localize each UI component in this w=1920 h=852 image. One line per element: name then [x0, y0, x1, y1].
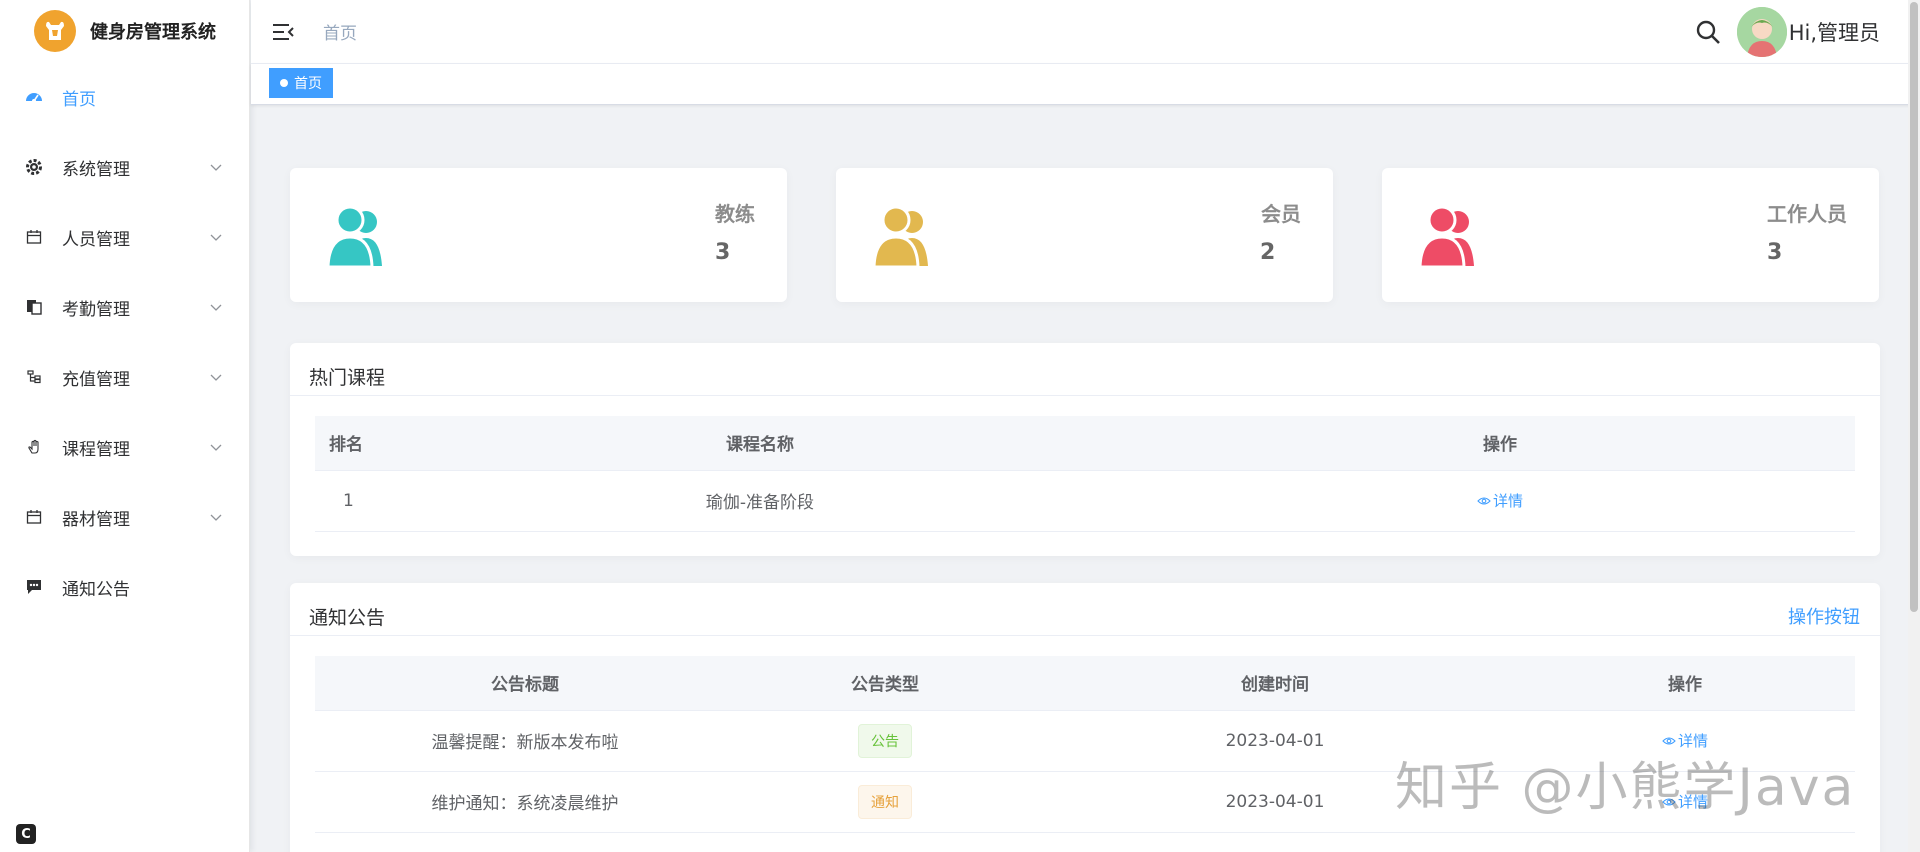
breadcrumb: 首页 [323, 24, 357, 44]
eye-icon [1662, 736, 1676, 745]
table-header-row: 公告标题 公告类型 创建时间 操作 [315, 656, 1855, 711]
hamburger-fold-icon[interactable] [271, 20, 295, 44]
popular-courses-panel: 热门课程 排名 课程名称 操作 1 瑜伽-准备阶段 详情 [290, 343, 1880, 556]
table-row: 1 瑜伽-准备阶段 详情 [315, 470, 1855, 532]
notice-title-cell: 维护通知：系统凌晨维护 [315, 771, 735, 833]
panel-header: 通知公告 操作按钮 [290, 583, 1880, 636]
sidebar-item-label: 充值管理 [62, 369, 130, 390]
users-icon [1418, 205, 1474, 268]
brand: 健身房管理系统 [0, 0, 249, 62]
column-header: 课程名称 [375, 416, 1145, 471]
sidebar-item-attendance[interactable]: 考勤管理 [0, 272, 249, 342]
panel-title: 热门课程 [309, 367, 386, 389]
sidebar-item-label: 通知公告 [62, 579, 130, 600]
tag-home[interactable]: 首页 [269, 68, 333, 98]
user-greeting[interactable]: Hi,管理员 [1789, 17, 1880, 47]
sidebar-item-staff[interactable]: 人员管理 [0, 202, 249, 272]
side-menu: 首页 系统管理 人员管理 考勤管理 充值管理 课程管理 器材管理 通知公告 [0, 62, 249, 622]
chevron-down-icon [210, 234, 222, 241]
column-header: 创建时间 [1035, 656, 1515, 711]
stat-card-member: 会员 2 [836, 168, 1333, 302]
scrollbar-thumb[interactable] [1910, 2, 1918, 612]
course-name-cell: 瑜伽-准备阶段 [375, 470, 1145, 532]
panel-title: 通知公告 [309, 607, 386, 629]
stat-label: 会员 [1261, 202, 1301, 226]
sidebar-item-notice[interactable]: 通知公告 [0, 552, 249, 622]
operation-button[interactable]: 操作按钮 [1788, 603, 1860, 629]
sidebar-item-label: 器材管理 [62, 509, 130, 530]
tag-label: 首页 [294, 76, 322, 92]
type-tag: 公告 [858, 723, 912, 758]
courses-table: 排名 课程名称 操作 1 瑜伽-准备阶段 详情 [315, 416, 1855, 532]
active-dot-icon [280, 79, 288, 87]
table-header-row: 排名 课程名称 操作 [315, 416, 1855, 471]
app-title: 健身房管理系统 [90, 22, 216, 43]
detail-link[interactable]: 详情 [1477, 490, 1523, 511]
sidebar-item-label: 人员管理 [62, 229, 130, 250]
users-icon [872, 205, 928, 268]
sidebar-item-system[interactable]: 系统管理 [0, 132, 249, 202]
clipboard-icon [24, 297, 44, 317]
sidebar-item-label: 首页 [62, 89, 96, 110]
sidebar-item-equipment[interactable]: 器材管理 [0, 482, 249, 552]
chevron-down-icon [210, 444, 222, 451]
stat-label: 工作人员 [1767, 202, 1847, 226]
stat-label: 教练 [715, 202, 755, 226]
panel-header: 热门课程 [290, 343, 1880, 396]
avatar[interactable] [1736, 7, 1787, 57]
eye-icon [1477, 496, 1491, 505]
column-header: 公告标题 [315, 656, 735, 711]
tags-view: 首页 [251, 64, 1920, 105]
dashboard-icon [24, 87, 44, 107]
sidebar-item-label: 考勤管理 [62, 299, 130, 320]
sidebar-item-course[interactable]: 课程管理 [0, 412, 249, 482]
column-header: 操作 [1145, 416, 1855, 471]
rank-cell: 1 [315, 470, 375, 532]
corner-badge[interactable]: C [16, 824, 36, 844]
tree-icon [24, 367, 44, 387]
stat-value: 2 [1260, 240, 1276, 265]
search-icon[interactable] [1695, 19, 1721, 45]
sidebar-item-home[interactable]: 首页 [0, 62, 249, 132]
action-cell: 详情 [1145, 470, 1855, 532]
page-scrollbar[interactable] [1908, 0, 1920, 852]
column-header: 公告类型 [735, 656, 1035, 711]
sidebar-item-label: 课程管理 [62, 439, 130, 460]
message-icon [24, 577, 44, 597]
notice-type-cell: 公告 [735, 710, 1035, 772]
chevron-down-icon [210, 164, 222, 171]
chevron-down-icon [210, 374, 222, 381]
gym-logo-icon [34, 10, 76, 52]
column-header: 排名 [315, 416, 375, 471]
chevron-down-icon [210, 514, 222, 521]
sidebar: 健身房管理系统 首页 系统管理 人员管理 考勤管理 充值管理 课程管理 器材管理… [0, 0, 250, 852]
gear-icon [24, 157, 44, 177]
stat-card-staff: 工作人员 3 [1382, 168, 1879, 302]
sidebar-item-recharge[interactable]: 充值管理 [0, 342, 249, 412]
column-header: 操作 [1515, 656, 1855, 711]
detail-label: 详情 [1492, 492, 1523, 510]
type-tag: 通知 [858, 784, 912, 819]
stat-card-coach: 教练 3 [290, 168, 787, 302]
stat-value: 3 [1767, 240, 1783, 265]
watermark: 知乎 @小熊学Java [1395, 758, 1856, 818]
calendar-icon [24, 227, 44, 247]
users-icon [326, 205, 382, 268]
notice-type-cell: 通知 [735, 771, 1035, 833]
navbar: 首页 Hi,管理员 [251, 0, 1920, 64]
stat-value: 3 [715, 240, 731, 265]
sidebar-item-label: 系统管理 [62, 159, 130, 180]
header-right: Hi,管理员 [1695, 0, 1880, 64]
calendar-icon [24, 507, 44, 527]
chevron-down-icon [210, 304, 222, 311]
hand-icon [24, 437, 44, 457]
notice-title-cell: 温馨提醒：新版本发布啦 [315, 710, 735, 772]
